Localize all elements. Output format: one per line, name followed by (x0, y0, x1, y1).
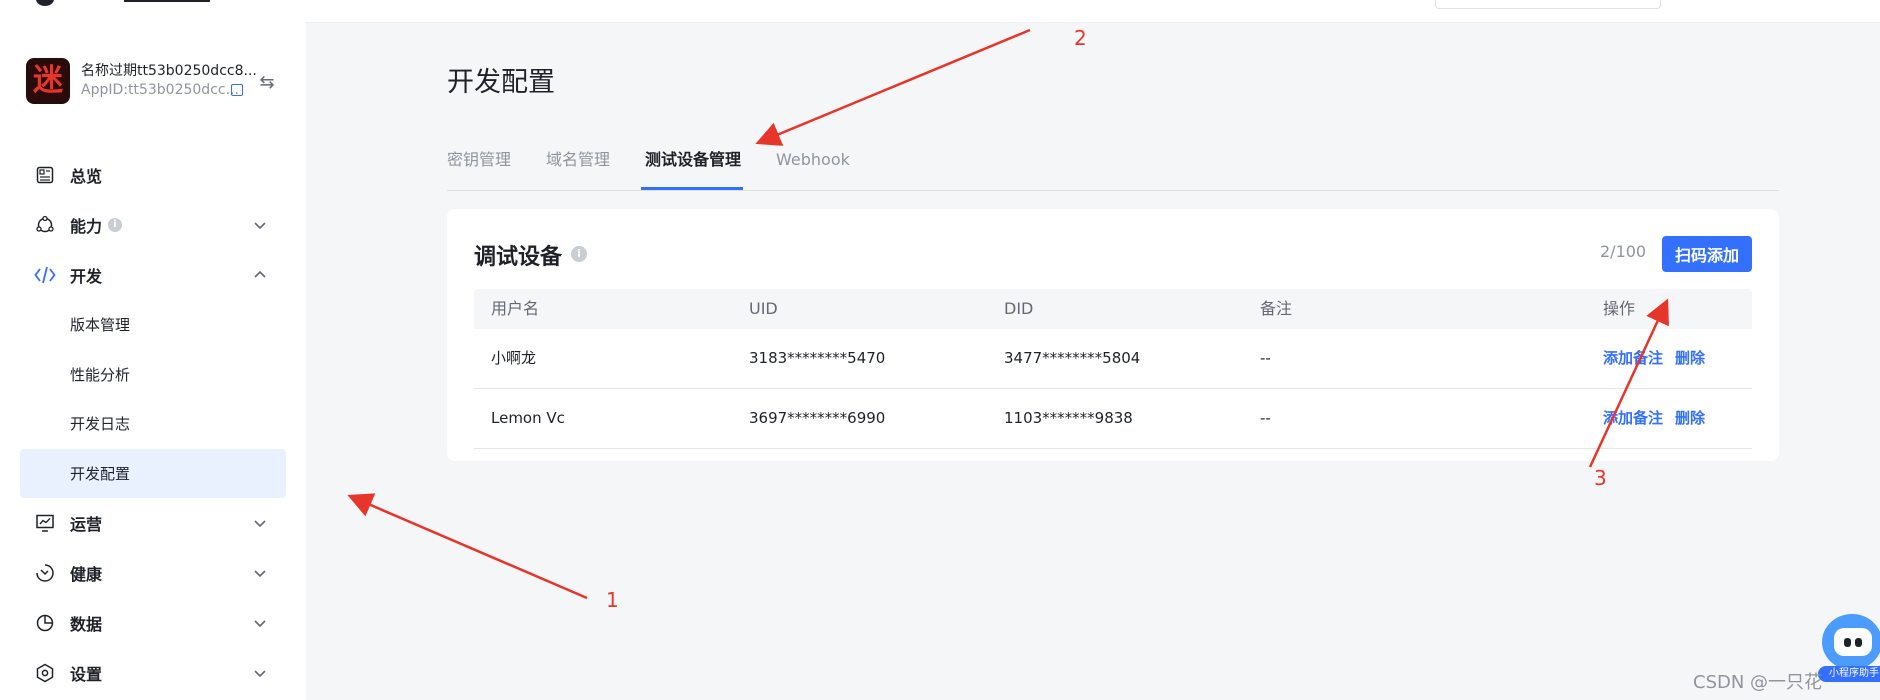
chevron-down-icon[interactable] (252, 515, 268, 531)
page-title: 开发配置 (447, 67, 555, 98)
sidebar: 迷 名称过期tt53b0250dcc8... AppID:tt53b0250dc… (0, 22, 306, 700)
watermark: CSDN @一只花 (1693, 672, 1823, 693)
sidebar-item-label: 设置 (70, 665, 103, 684)
brand-logo-icon[interactable] (36, 0, 54, 6)
cell-user: Lemon Vc (491, 409, 565, 427)
robot-eye (1844, 638, 1851, 647)
chevron-up-icon[interactable] (252, 267, 268, 283)
chevron-down-icon[interactable] (252, 615, 268, 631)
robot-eye (1855, 638, 1862, 647)
annotation-label-2: 2 (1074, 26, 1087, 50)
cell-did: 1103*******9838 (1004, 409, 1133, 427)
sidebar-item-label: 运营 (70, 515, 103, 534)
capability-icon (34, 214, 56, 236)
robot-face (1834, 628, 1872, 656)
device-count: 2/100 (1600, 242, 1647, 261)
sidebar-item-label: 开发 (70, 267, 103, 286)
annotation-label-1: 1 (606, 588, 619, 612)
sidebar-item-health[interactable]: 健康 (20, 548, 286, 598)
operation-icon (34, 512, 56, 534)
health-icon (34, 562, 56, 584)
settings-icon (34, 662, 56, 684)
sidebar-subitem-dev-config[interactable]: 开发配置 (20, 448, 286, 498)
cell-note: -- (1260, 409, 1271, 427)
tab-bar: 密钥管理 域名管理 测试设备管理 Webhook (447, 146, 1779, 191)
sidebar-item-operation[interactable]: 运营 (20, 498, 286, 548)
chevron-down-icon[interactable] (252, 565, 268, 581)
sidebar-subitem-version[interactable]: 版本管理 (20, 300, 286, 350)
assistant-tag: 小程序助手 (1818, 666, 1880, 682)
delete-link[interactable]: 删除 (1675, 329, 1705, 388)
sidebar-item-settings[interactable]: 设置 (20, 648, 286, 698)
chevron-down-icon[interactable] (252, 217, 268, 233)
column-header-did: DID (1004, 299, 1034, 318)
info-icon[interactable]: i (571, 246, 587, 262)
column-header-uid: UID (749, 299, 778, 318)
column-header-actions: 操作 (1603, 299, 1636, 318)
card-title: 调试设备 (474, 245, 563, 270)
table-header: 用户名 UID DID 备注 操作 (474, 289, 1752, 329)
sidebar-subitem-performance[interactable]: 性能分析 (20, 350, 286, 400)
tab-keys[interactable]: 密钥管理 (447, 146, 511, 188)
sidebar-item-label: 总览 (70, 167, 103, 186)
scan-add-button[interactable]: 扫码添加 (1662, 236, 1752, 272)
sidebar-item-data[interactable]: 数据 (20, 598, 286, 648)
brand-underline (124, 0, 210, 2)
tab-webhook[interactable]: Webhook (776, 146, 850, 188)
annotation-arrow-1 (347, 493, 588, 600)
cell-note: -- (1260, 349, 1271, 367)
sidebar-item-overview[interactable]: 总览 (20, 150, 286, 200)
code-icon (34, 264, 56, 286)
assistant-robot-icon[interactable]: 小程序助手 (1818, 614, 1880, 686)
cell-uid: 3697********6990 (749, 409, 886, 427)
overview-icon (34, 164, 56, 186)
tab-domains[interactable]: 域名管理 (546, 146, 610, 188)
sidebar-item-label: 能力 (70, 217, 103, 236)
cell-uid: 3183********5470 (749, 349, 886, 367)
annotation-arrow-2 (755, 28, 1031, 146)
robot-head (1822, 614, 1880, 670)
table-row: 小啊龙 3183********5470 3477********5804 --… (474, 329, 1752, 389)
sidebar-item-dev[interactable]: 开发 (20, 250, 286, 300)
annotation-label-3: 3 (1594, 466, 1607, 490)
delete-link[interactable]: 删除 (1675, 389, 1705, 448)
devices-table: 用户名 UID DID 备注 操作 小啊龙 3183********5470 3… (474, 289, 1752, 449)
info-icon[interactable]: i (108, 218, 123, 232)
active-tab-indicator (641, 187, 743, 190)
app-card[interactable]: 迷 名称过期tt53b0250dcc8... AppID:tt53b0250dc… (26, 58, 296, 114)
sidebar-nav: 总览 能力 i 开发 版本管理 性能分析 开发日志 开发配置 运营 健康 数据 … (20, 150, 286, 698)
table-row: Lemon Vc 3697********6990 1103*******983… (474, 389, 1752, 449)
top-bar (0, 0, 1880, 23)
app-avatar: 迷 (26, 58, 70, 104)
cell-user: 小啊龙 (491, 349, 537, 367)
sidebar-subitem-dev-log[interactable]: 开发日志 (20, 399, 286, 449)
copy-icon[interactable] (231, 84, 243, 96)
data-icon (34, 612, 56, 634)
chevron-down-icon[interactable] (252, 665, 268, 681)
column-header-user: 用户名 (491, 299, 540, 318)
sidebar-item-capability[interactable]: 能力 i (20, 200, 286, 250)
add-note-link[interactable]: 添加备注 (1603, 329, 1663, 388)
cell-did: 3477********5804 (1004, 349, 1141, 367)
debug-devices-card: 调试设备 i 2/100 扫码添加 用户名 UID DID 备注 操作 小啊龙 … (447, 209, 1779, 461)
tab-test-devices[interactable]: 测试设备管理 (645, 146, 741, 188)
column-header-note: 备注 (1260, 299, 1293, 318)
sidebar-item-label: 健康 (70, 565, 103, 584)
app-id: AppID:tt53b0250dcc... (81, 82, 239, 98)
app-name: 名称过期tt53b0250dcc8... (81, 63, 257, 79)
sidebar-item-label: 数据 (70, 615, 103, 634)
top-search-box[interactable] (1435, 0, 1661, 9)
add-note-link[interactable]: 添加备注 (1603, 389, 1663, 448)
switch-app-icon[interactable]: ⇆ (256, 72, 278, 94)
